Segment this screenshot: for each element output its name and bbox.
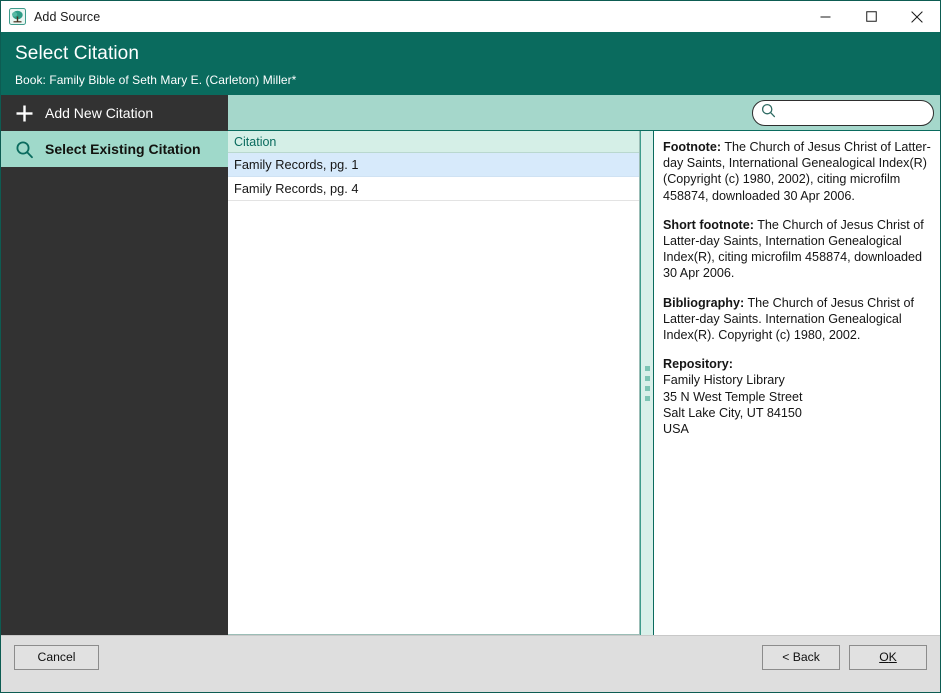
table-row[interactable]: Family Records, pg. 1	[228, 153, 639, 177]
window-title: Add Source	[34, 10, 100, 24]
sidebar-item-select-existing-citation[interactable]: Select Existing Citation	[1, 131, 228, 167]
repository-line: 35 N West Temple Street	[663, 389, 936, 405]
repository-label-text: Repository:	[663, 357, 733, 371]
search-input[interactable]	[779, 102, 940, 124]
footer-bar: Cancel < Back OK	[1, 635, 940, 678]
window-body: Add New Citation Select Existing Citatio…	[1, 95, 940, 635]
footnote-paragraph: Footnote: The Church of Jesus Christ of …	[663, 139, 936, 204]
short-footnote-block: Short footnote: The Church of Jesus Chri…	[663, 217, 936, 282]
search-icon	[761, 103, 776, 123]
repository-line: USA	[663, 421, 936, 437]
short-footnote-paragraph: Short footnote: The Church of Jesus Chri…	[663, 217, 936, 282]
ok-label-k: K	[889, 650, 897, 664]
search-icon	[11, 140, 38, 159]
ok-button[interactable]: OK	[849, 645, 927, 670]
footnote-label: Footnote:	[663, 140, 721, 154]
footnote-block: Footnote: The Church of Jesus Christ of …	[663, 139, 936, 204]
panes: Citation Family Records, pg. 1 Family Re…	[228, 131, 940, 635]
sidebar-item-label: Select Existing Citation	[45, 141, 201, 157]
grip-dot	[645, 386, 650, 391]
splitter-grip	[645, 366, 650, 401]
repository-line: Family History Library	[663, 372, 936, 388]
page-title: Select Citation	[15, 40, 940, 67]
ok-label-o: O	[879, 650, 888, 664]
grip-dot	[645, 396, 650, 401]
repository-block: Repository: Family History Library 35 N …	[663, 356, 936, 437]
citation-cell: Family Records, pg. 4	[234, 181, 358, 196]
sidebar-item-add-new-citation[interactable]: Add New Citation	[1, 95, 228, 131]
title-bar: Add Source	[1, 1, 940, 32]
minimize-icon[interactable]	[802, 1, 848, 32]
bibliography-paragraph: Bibliography: The Church of Jesus Christ…	[663, 295, 936, 344]
grip-dot	[645, 376, 650, 381]
bibliography-label: Bibliography:	[663, 296, 744, 310]
plus-icon	[11, 104, 38, 123]
table-row[interactable]: Family Records, pg. 4	[228, 177, 639, 201]
close-icon[interactable]	[894, 1, 940, 32]
search-bar	[228, 95, 940, 131]
maximize-icon[interactable]	[848, 1, 894, 32]
cancel-button[interactable]: Cancel	[14, 645, 99, 670]
footer-right-buttons: < Back OK	[762, 645, 927, 670]
column-header-citation[interactable]: Citation	[228, 131, 639, 153]
short-footnote-label: Short footnote:	[663, 218, 754, 232]
sidebar-item-label: Add New Citation	[45, 105, 153, 121]
back-button[interactable]: < Back	[762, 645, 840, 670]
bottom-strip	[1, 678, 940, 692]
citation-cell: Family Records, pg. 1	[234, 157, 358, 172]
bibliography-block: Bibliography: The Church of Jesus Christ…	[663, 295, 936, 344]
repository-line: Salt Lake City, UT 84150	[663, 405, 936, 421]
add-source-window: Add Source Select Citation Book: Family …	[0, 0, 941, 693]
citation-list-pane: Citation Family Records, pg. 1 Family Re…	[228, 131, 640, 635]
tree-icon	[9, 8, 26, 25]
page-subtitle: Book: Family Bible of Seth Mary E. (Carl…	[15, 70, 940, 90]
pane-splitter[interactable]	[640, 131, 654, 635]
content-region: Citation Family Records, pg. 1 Family Re…	[228, 95, 940, 635]
repository-label: Repository:	[663, 356, 936, 372]
search-box[interactable]	[752, 100, 934, 126]
header-band: Select Citation Book: Family Bible of Se…	[1, 32, 940, 95]
window-controls	[802, 1, 940, 32]
citation-detail-pane: Footnote: The Church of Jesus Christ of …	[654, 131, 940, 635]
citation-list: Family Records, pg. 1 Family Records, pg…	[228, 153, 639, 634]
sidebar: Add New Citation Select Existing Citatio…	[1, 95, 228, 635]
grip-dot	[645, 366, 650, 371]
